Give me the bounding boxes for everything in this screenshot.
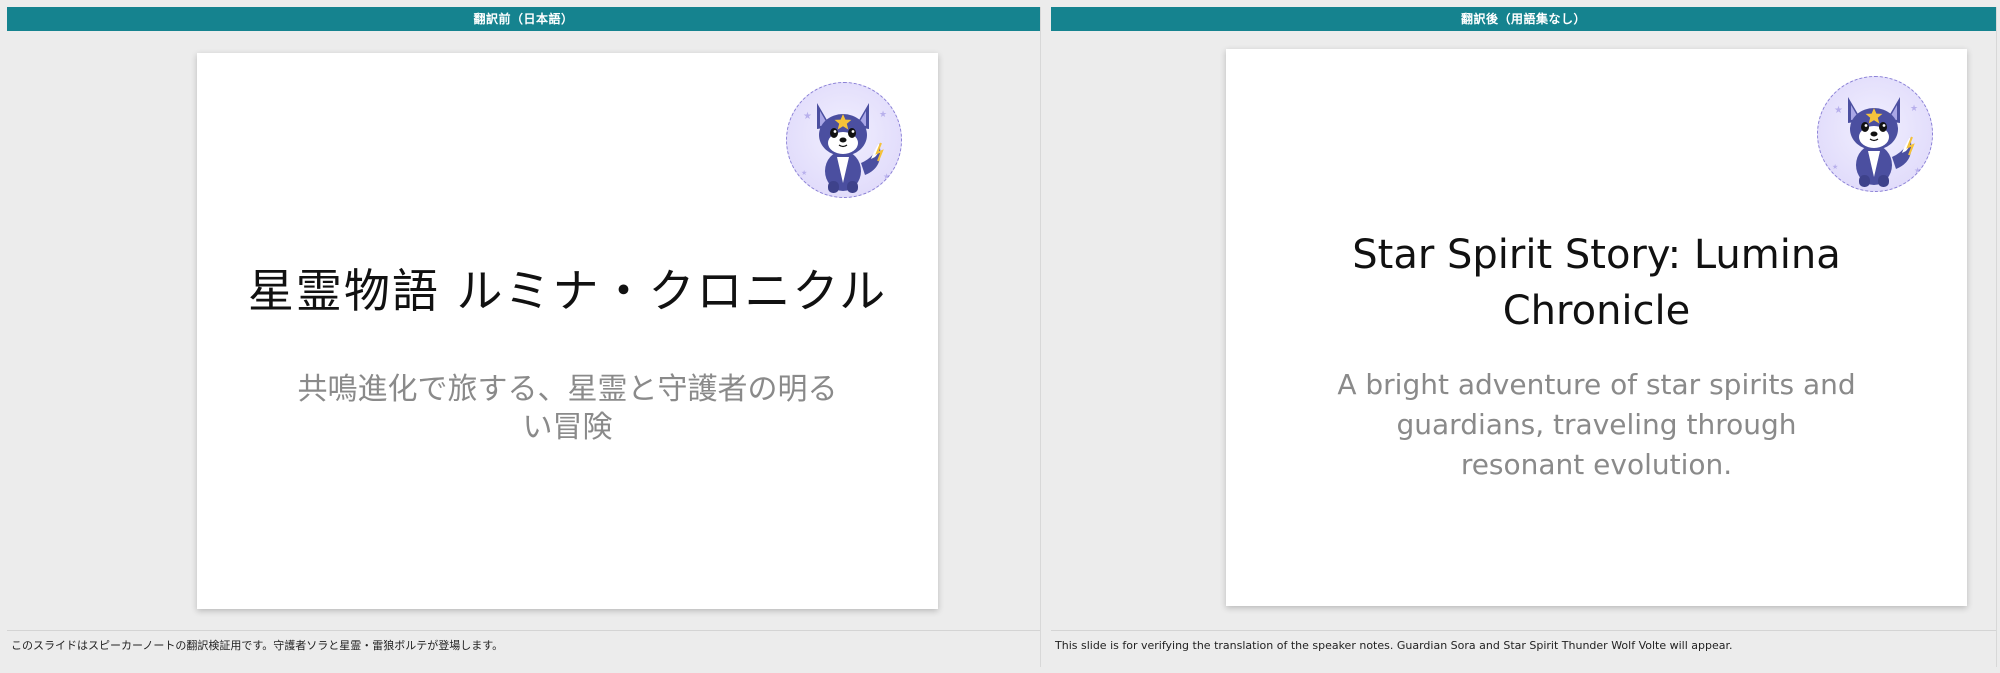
svg-text:★: ★ [803, 111, 812, 122]
svg-text:★: ★ [883, 172, 890, 181]
slide-subtitle-after: A bright adventure of star spirits and g… [1337, 368, 1856, 481]
speaker-notes-before[interactable]: このスライドはスピーカーノートの翻訳検証用です。守護者ソラと星霊・雷狼ボルテが登… [7, 630, 1040, 667]
slide-title-before: 星霊物語 ルミナ・クロニクル [247, 264, 888, 318]
slide-after[interactable]: ★ ★ ★ ★ Star Spirit Story: Lumina Chroni… [1226, 49, 1967, 606]
slide-before[interactable]: ★ ★ ★ ★ 星霊物語 ルミナ・クロニクル 共鳴進化で旅する、星霊と守護者の明… [197, 53, 938, 609]
speaker-notes-after[interactable]: This slide is for verifying the translat… [1051, 630, 1996, 667]
panel-after-translation: 翻訳後（用語集なし） ★ ★ ★ ★ Star Spirit Story: Lu… [1051, 7, 1997, 667]
thunder-wolf-mascot-icon: ★ ★ ★ ★ [786, 82, 902, 198]
svg-text:★: ★ [1832, 163, 1838, 171]
slide-subtitle-before: 共鳴進化で旅する、星霊と守護者の明るい冒険 [297, 372, 838, 445]
panel-before-translation: 翻訳前（日本語） ★ ★ ★ ★ 星霊物語 ルミナ・クロニクル 共鳴進化で旅する… [7, 7, 1041, 667]
translation-compare-view: 翻訳前（日本語） ★ ★ ★ ★ 星霊物語 ルミナ・クロニクル 共鳴進化で旅する… [0, 0, 2000, 673]
svg-text:★: ★ [879, 110, 887, 120]
panel-header-before: 翻訳前（日本語） [7, 7, 1040, 31]
svg-text:★: ★ [1834, 105, 1843, 116]
slide-title-after: Star Spirit Story: Lumina Chronicle [1352, 232, 1841, 334]
thunder-wolf-mascot-icon: ★ ★ ★ ★ [1817, 76, 1933, 192]
panel-header-after: 翻訳後（用語集なし） [1051, 7, 1996, 31]
svg-text:★: ★ [1914, 166, 1921, 175]
svg-text:★: ★ [1910, 104, 1918, 114]
svg-text:★: ★ [801, 169, 807, 177]
